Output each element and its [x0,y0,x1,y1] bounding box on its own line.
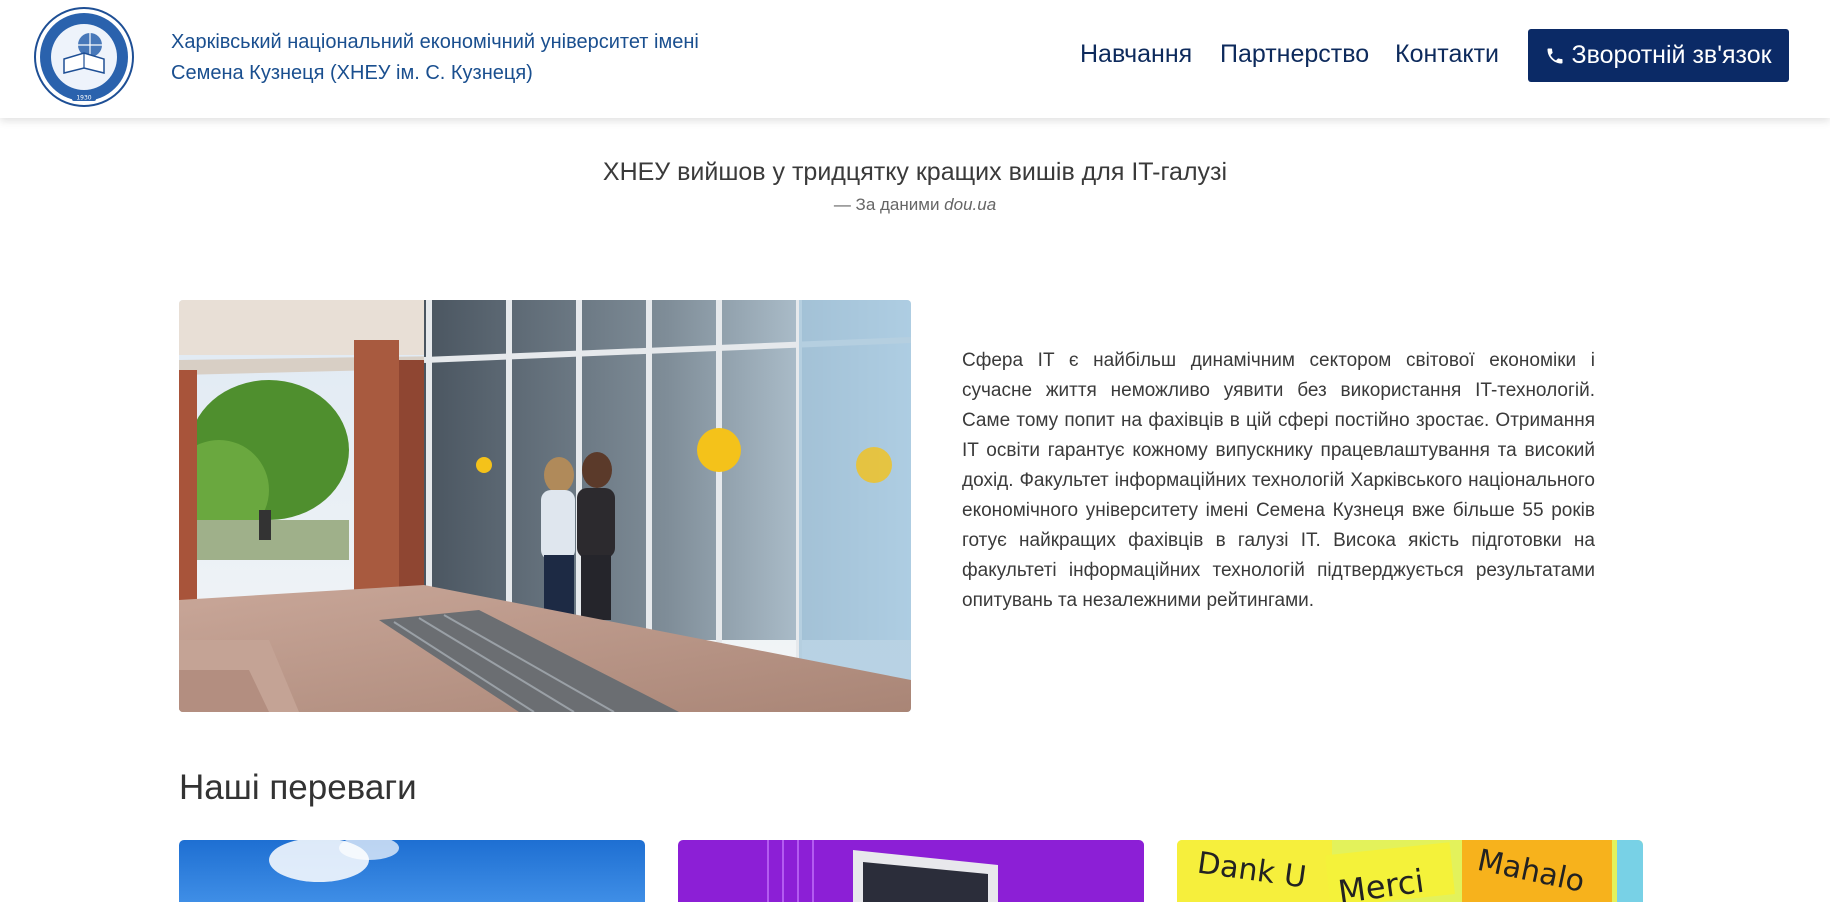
brand-name[interactable]: Харківський національний економічний уні… [171,27,699,89]
nav-item-partnership[interactable]: Партнерство [1220,40,1369,69]
feedback-button[interactable]: Зворотній зв'язок [1528,29,1789,82]
phone-icon [1547,48,1563,63]
nav-item-study[interactable]: Навчання [1080,40,1192,69]
intro-paragraph: Сфера IT є найбільш динамічним сектором … [962,350,1595,611]
feedback-button-label: Зворотній зв'язок [1571,41,1772,69]
site-header: 1930 Харківський національний економічни… [0,0,1830,118]
advantage-card-sky[interactable] [179,840,645,902]
brand-line-2: Семена Кузнеця (ХНЕУ ім. С. Кузнеця) [171,62,533,84]
advantages-title: Наші переваги [179,768,417,807]
university-entrance-photo [179,300,911,712]
brand-line-1: Харківський національний економічний уні… [171,31,699,53]
quote-source-prefix: — За даними [833,195,945,214]
advantage-card-thanks[interactable]: Dank U Merci Mahalo [1177,840,1643,902]
advantage-card-computer[interactable] [678,840,1144,902]
university-seal-icon[interactable]: 1930 [34,7,134,107]
logo-year: 1930 [76,95,91,102]
quote-source: — За даними dou.ua [0,195,1830,215]
nav-item-contacts[interactable]: Контакти [1395,40,1499,69]
quote-title: ХНЕУ вийшов у тридцятку кращих вишів для… [602,158,1228,186]
quote-source-link[interactable]: dou.ua [944,195,996,214]
